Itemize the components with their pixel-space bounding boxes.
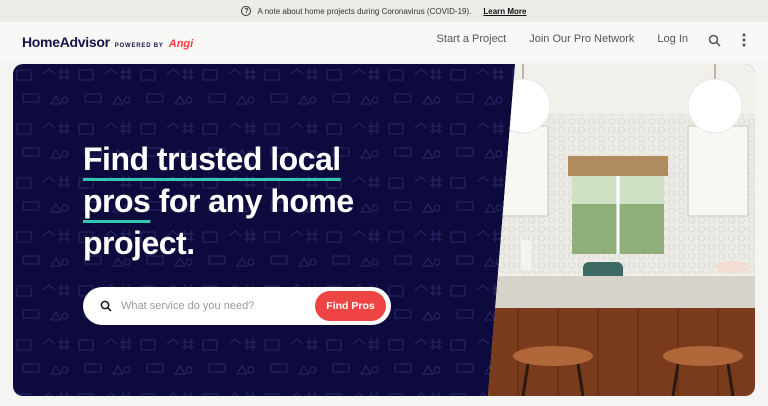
covid-banner: ? A note about home projects during Coro… <box>0 0 768 22</box>
search-icon[interactable] <box>705 31 723 49</box>
more-vertical-icon[interactable] <box>735 31 753 49</box>
banner-message: A note about home projects during Corona… <box>257 6 472 16</box>
find-pros-button[interactable]: Find Pros <box>315 291 386 321</box>
learn-more-link[interactable]: Learn More <box>483 7 526 16</box>
service-search-input[interactable] <box>121 300 311 312</box>
nav-start-project[interactable]: Start a Project <box>437 33 507 45</box>
angi-logo: Angi <box>168 38 194 50</box>
kitchen-photo <box>488 64 755 396</box>
info-icon: ? <box>241 6 252 16</box>
headline-part-1: Find trusted local <box>83 141 341 177</box>
hero-section: Find trusted local pros for any home pro… <box>13 64 755 396</box>
nav-join-pro-network[interactable]: Join Our Pro Network <box>529 33 634 45</box>
hero-headline: Find trusted local pros for any home pro… <box>83 138 413 264</box>
site-header: HomeAdvisor POWERED BY Angi Start a Proj… <box>0 22 768 60</box>
main-nav: Start a Project Join Our Pro Network Log… <box>437 33 688 45</box>
logo[interactable]: HomeAdvisor POWERED BY Angi <box>22 34 193 50</box>
nav-log-in[interactable]: Log In <box>657 33 688 45</box>
headline-part-2: pros <box>83 183 151 219</box>
service-search-bar: Find Pros <box>83 287 391 325</box>
brand-name: HomeAdvisor <box>22 34 110 50</box>
search-icon <box>99 299 113 313</box>
powered-by-label: POWERED BY <box>114 43 164 49</box>
